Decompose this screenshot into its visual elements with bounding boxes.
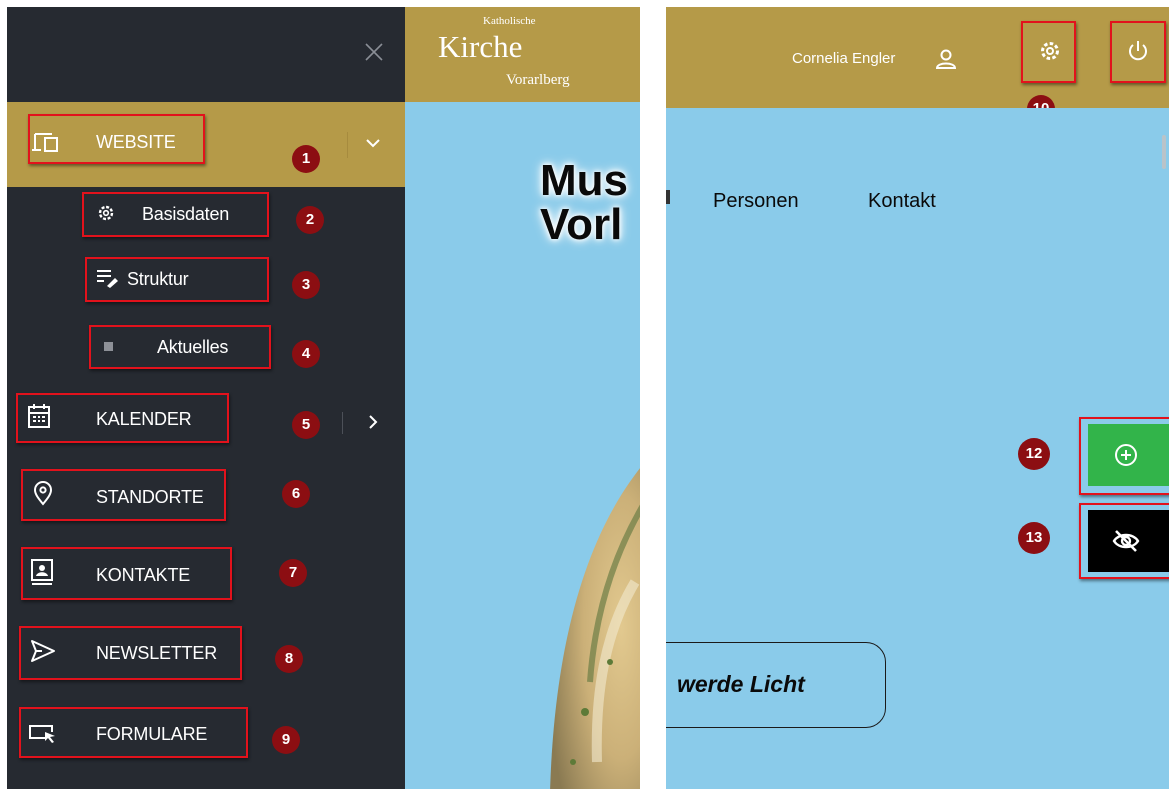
sidebar-item-label: WEBSITE (96, 132, 176, 152)
sidebar-item-label: KALENDER (96, 409, 192, 429)
hero-title: Mus Vorl (540, 159, 640, 247)
sidebar-item-label: Basisdaten (142, 204, 230, 224)
step-badge: 5 (292, 411, 320, 439)
step-badge: 2 (296, 206, 324, 234)
sidebar-item-label: Aktuelles (157, 337, 229, 357)
hero-title-line: Vorl (540, 200, 623, 249)
logo-line-3: Vorarlberg (506, 72, 570, 88)
gear-icon[interactable] (1038, 39, 1062, 63)
step-badge: 9 (272, 726, 300, 754)
site-header: Katholische Kirche Vorarlberg (405, 7, 640, 102)
right-screenshot-panel: Cornelia Engler 10 11 Personen Kontakt (666, 7, 1169, 789)
user-name[interactable]: Cornelia Engler (792, 50, 895, 67)
logo-line-1: Katholische (483, 15, 536, 27)
left-screenshot-panel: WEBSITE 1 Basisdaten 2 Struktur 3 Aktuel… (7, 7, 640, 789)
step-badge: 12 (1018, 438, 1050, 470)
hero-image (550, 468, 640, 789)
cta-pill-button[interactable]: werde Licht (666, 642, 886, 728)
sidebar-item-label: NEWSLETTER (96, 643, 218, 663)
user-icon[interactable] (934, 49, 958, 71)
logo-line-2: Kirche (438, 29, 523, 64)
sidebar-item-label: KONTAKTE (96, 565, 191, 585)
cta-pill-label: werde Licht (677, 671, 805, 697)
nav-item-personen[interactable]: Personen (713, 190, 799, 213)
eye-off-icon (1112, 530, 1140, 552)
close-icon[interactable] (362, 40, 386, 64)
step-badge: 8 (275, 645, 303, 673)
nav-item-kontakt[interactable]: Kontakt (868, 190, 936, 213)
step-badge: 6 (282, 480, 310, 508)
power-icon[interactable] (1126, 39, 1150, 63)
add-button[interactable] (1088, 424, 1169, 486)
devices-icon (32, 133, 58, 152)
plus-circle-icon (1115, 444, 1137, 466)
hide-button[interactable] (1088, 510, 1169, 572)
site-header: Cornelia Engler 10 11 (666, 7, 1169, 139)
hero-title-line: Mus (540, 156, 628, 205)
nav-fragment (666, 190, 670, 204)
chevron-down-icon[interactable] (363, 133, 383, 153)
sidebar-item-label: FORMULARE (96, 724, 208, 744)
sidebar-item-label: Struktur (127, 269, 189, 289)
chevron-right-icon[interactable] (363, 412, 383, 432)
step-badge: 13 (1018, 522, 1050, 554)
sidebar: WEBSITE 1 Basisdaten 2 Struktur 3 Aktuel… (7, 7, 405, 789)
step-badge: 7 (279, 559, 307, 587)
site-preview: Personen Kontakt 12 13 werde Licht (666, 108, 1169, 789)
sidebar-item-label: STANDORTE (96, 487, 204, 507)
step-badge: 3 (292, 271, 320, 299)
divider (347, 132, 348, 158)
step-badge: 1 (292, 145, 320, 173)
divider (342, 412, 343, 434)
scrollbar-thumb[interactable] (1162, 135, 1166, 169)
site-preview: Mus Vorl (405, 102, 640, 789)
step-badge: 4 (292, 340, 320, 368)
